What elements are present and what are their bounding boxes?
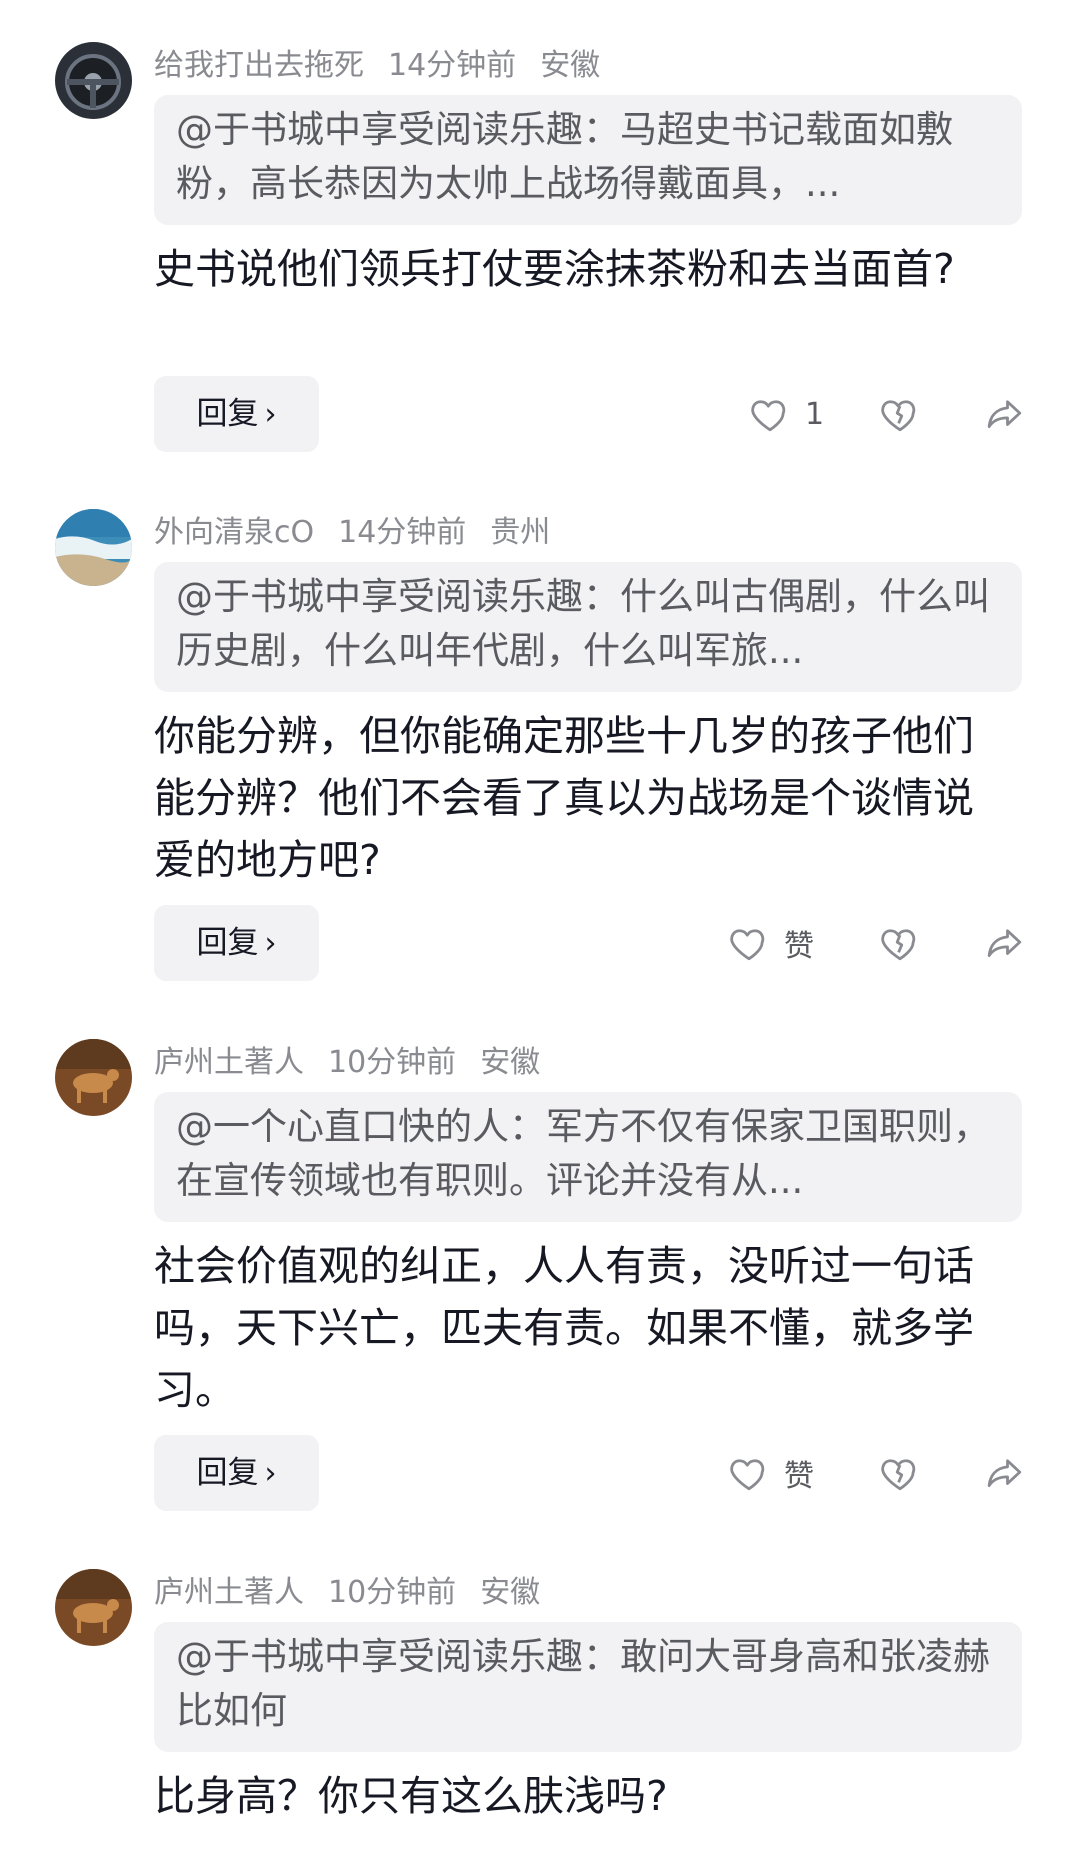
username[interactable]: 庐州土著人 (154, 1575, 304, 1610)
comment-actions: 1 (0, 376, 1080, 452)
like-count: 赞 (784, 1459, 814, 1494)
comment-actions: 赞 (0, 1435, 1080, 1511)
broken-heart-icon (881, 400, 916, 432)
quoted-reply[interactable]: @于书城中享受阅读乐趣：什么叫古偶剧，什么叫历史剧，什么叫年代剧，什么叫军旅..… (154, 562, 1022, 692)
broken-heart-icon (881, 929, 916, 961)
dislike-button[interactable] (879, 393, 921, 435)
avatar[interactable] (55, 509, 132, 586)
quoted-reply[interactable]: @一个心直口快的人：军方不仅有保家卫国职则，在宣传领域也有职则。评论并没有从..… (154, 1092, 1022, 1222)
like-button[interactable]: 赞 (728, 1435, 814, 1511)
share-arrow-icon (987, 929, 1022, 957)
username[interactable]: 给我打出去拖死 (154, 48, 364, 83)
comment-text: 比身高？你只有这么肤浅吗? (154, 1772, 668, 1820)
like-button[interactable]: 赞 (728, 905, 814, 981)
comment-text: 史书说他们领兵打仗要涂抹茶粉和去当面首? (154, 245, 955, 293)
comment-actions: 赞 (0, 905, 1080, 981)
like-count: 赞 (784, 929, 814, 964)
timestamp: 10分钟前 (328, 1575, 457, 1610)
like-button[interactable]: 1 (749, 376, 824, 452)
share-arrow-icon (987, 400, 1022, 428)
username[interactable]: 庐州土著人 (154, 1045, 304, 1080)
dislike-button[interactable] (879, 922, 921, 964)
comment-text: 社会价值观的纠正，人人有责，没听过一句话吗，天下兴亡，匹夫有责。如果不懂，就多学… (154, 1242, 974, 1414)
comment-meta: 外向清泉cO 14分钟前 贵州 (154, 511, 574, 555)
timestamp: 14分钟前 (338, 515, 467, 550)
dislike-button[interactable] (879, 1452, 921, 1494)
like-count: 1 (805, 396, 825, 432)
share-button[interactable] (983, 922, 1025, 964)
avatar[interactable] (55, 42, 132, 119)
comment-text: 你能分辨，但你能确定那些十几岁的孩子他们能分辨？他们不会看了真以为战场是个谈情说… (154, 712, 974, 884)
location: 安徽 (480, 1575, 541, 1610)
heart-outline-icon (730, 929, 765, 961)
comment-meta: 庐州土著人 10分钟前 安徽 (154, 1041, 564, 1085)
comment-meta: 给我打出去拖死 14分钟前 安徽 (154, 44, 624, 88)
share-button[interactable] (983, 1452, 1025, 1494)
heart-outline-icon (751, 400, 786, 432)
heart-outline-icon (730, 1459, 765, 1491)
quoted-reply[interactable]: @于书城中享受阅读乐趣：马超史书记载面如敷粉，高长恭因为太帅上战场得戴面具，..… (154, 95, 1022, 225)
location: 贵州 (490, 515, 551, 550)
quoted-reply[interactable]: @于书城中享受阅读乐趣：敢问大哥身高和张凌赫比如何 (154, 1622, 1022, 1752)
share-button[interactable] (983, 393, 1025, 435)
location: 安徽 (480, 1045, 541, 1080)
username[interactable]: 外向清泉cO (154, 515, 314, 550)
share-arrow-icon (987, 1459, 1022, 1487)
avatar[interactable] (55, 1569, 132, 1646)
location: 安徽 (540, 48, 601, 83)
avatar[interactable] (55, 1039, 132, 1116)
broken-heart-icon (881, 1459, 916, 1491)
comment-meta: 庐州土著人 10分钟前 安徽 (154, 1571, 564, 1615)
timestamp: 14分钟前 (388, 48, 517, 83)
timestamp: 10分钟前 (328, 1045, 457, 1080)
